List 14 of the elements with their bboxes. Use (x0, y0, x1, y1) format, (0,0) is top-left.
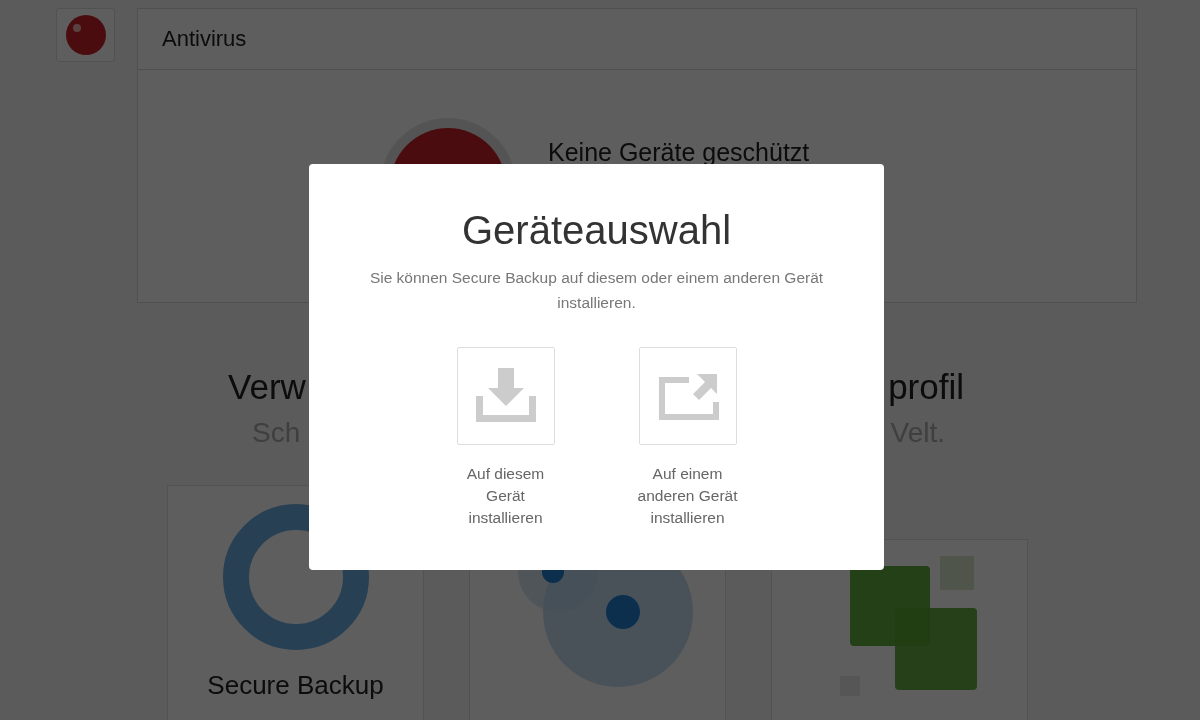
logo-button[interactable] (56, 8, 115, 62)
install-option-button[interactable] (638, 347, 737, 445)
share-icon (656, 372, 719, 420)
promo-heading: profil (888, 367, 964, 407)
promo-heading: Verw (228, 367, 306, 407)
status-text: Keine Geräte geschützt (548, 138, 810, 167)
product-title: Secure Backup (207, 670, 384, 701)
dialog-description: Sie können Secure Backup auf diesem oder einem anderen Gerät installieren. (368, 268, 825, 313)
card-title: Antivirus (162, 26, 247, 52)
install-option-button[interactable] (456, 347, 555, 445)
option-label: Auf einem anderen Gerät installieren (636, 464, 739, 528)
logo-icon (64, 14, 107, 56)
dialog-title: Geräteauswahl (461, 208, 731, 253)
option-label: Auf diesem Gerät installieren (465, 464, 546, 528)
